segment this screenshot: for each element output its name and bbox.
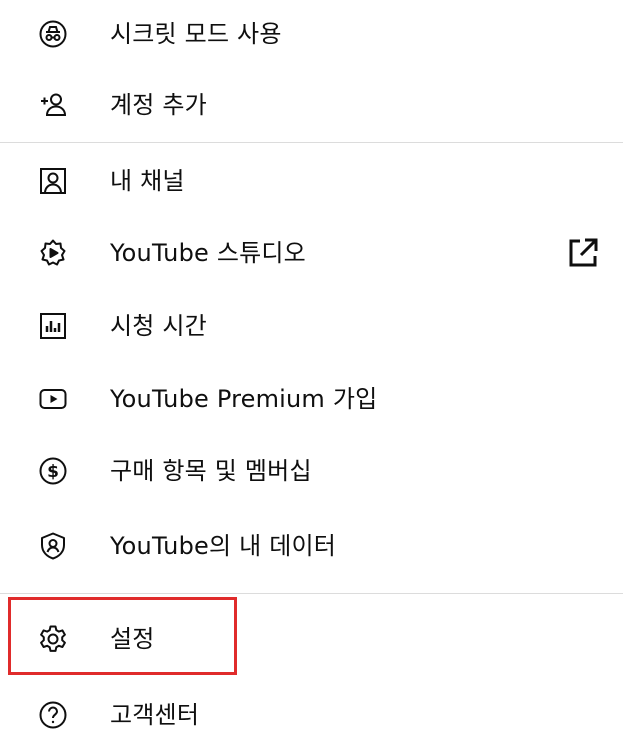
menu-item-settings[interactable]: 설정 [0,608,623,670]
account-menu: 시크릿 모드 사용 계정 추가 내 채널 YouTube 스튜디오 시청 시간 … [0,0,623,750]
menu-item-label: 구매 항목 및 멤버십 [110,457,312,485]
menu-item-label: 설정 [110,625,155,653]
youtube-premium-icon [38,384,68,414]
gear-icon [38,624,68,654]
open-external-icon[interactable] [566,236,600,270]
menu-item-label: 시크릿 모드 사용 [110,20,282,48]
help-icon [38,700,68,730]
menu-item-label: 내 채널 [110,167,185,195]
menu-item-label: YouTube Premium 가입 [110,385,378,413]
menu-item-help[interactable]: 고객센터 [0,684,623,746]
menu-item-label: 고객센터 [110,701,200,729]
studio-icon [38,238,68,268]
divider [0,142,623,143]
add-account-icon [38,90,68,120]
svg-text:$: $ [47,462,59,482]
watch-time-icon [38,311,68,341]
menu-item-label: YouTube 스튜디오 [110,239,306,267]
menu-item-label: YouTube의 내 데이터 [110,532,337,560]
menu-item-youtube-premium[interactable]: YouTube Premium 가입 [0,368,623,430]
channel-icon [38,166,68,196]
incognito-icon [38,19,68,49]
your-data-shield-icon [38,531,68,561]
menu-item-youtube-studio[interactable]: YouTube 스튜디오 [0,222,623,284]
menu-item-my-channel[interactable]: 내 채널 [0,150,623,212]
menu-item-incognito[interactable]: 시크릿 모드 사용 [0,3,623,65]
menu-item-label: 시청 시간 [110,312,207,340]
menu-item-purchases[interactable]: $ 구매 항목 및 멤버십 [0,440,623,502]
menu-item-add-account[interactable]: 계정 추가 [0,74,623,136]
menu-item-label: 계정 추가 [110,91,207,119]
menu-item-your-data[interactable]: YouTube의 내 데이터 [0,515,623,577]
divider [0,593,623,594]
menu-item-watch-time[interactable]: 시청 시간 [0,295,623,357]
purchases-icon: $ [38,456,68,486]
